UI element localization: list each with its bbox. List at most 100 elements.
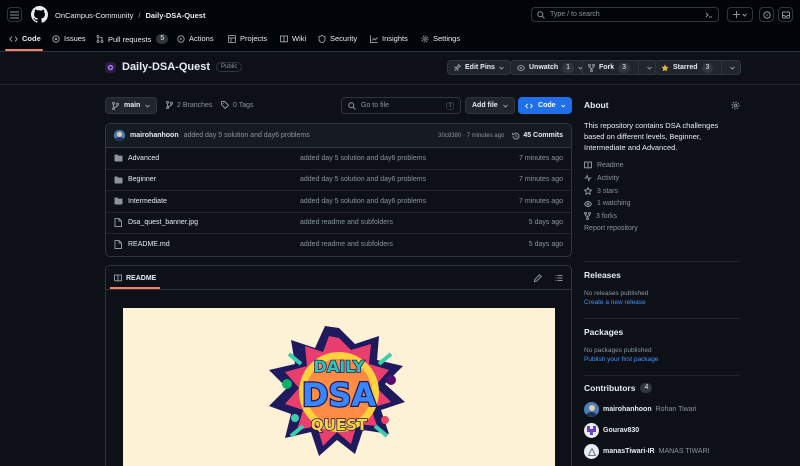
file-row[interactable]: Dsa_quest_banner.jpg added readme and sub…: [106, 213, 571, 234]
report-label: Report repository: [584, 225, 638, 232]
issues-button[interactable]: [759, 7, 774, 22]
code-button[interactable]: Code: [518, 97, 572, 114]
file-icon: [114, 218, 122, 228]
contributors-title[interactable]: Contributors: [584, 383, 635, 393]
activity-link[interactable]: Activity: [584, 174, 740, 182]
dsa-quest-logo: DAILY DSA QUEST: [269, 326, 405, 456]
file-name[interactable]: Dsa_quest_banner.jpg: [128, 219, 198, 226]
file-commit-message[interactable]: added readme and subfolders: [300, 219, 393, 226]
chevron-down-icon: [502, 104, 508, 108]
file-row[interactable]: Advanced added day 5 solution and day6 pr…: [106, 148, 571, 170]
file-row[interactable]: README.md added readme and subfolders 5 da…: [106, 234, 571, 256]
chevron-down-icon: [560, 104, 565, 108]
avatar[interactable]: [114, 130, 125, 141]
tab-label: Security: [330, 34, 358, 43]
releases-title[interactable]: Releases: [584, 270, 740, 280]
readme-link[interactable]: Readme: [584, 161, 740, 169]
edit-readme-button[interactable]: [534, 274, 542, 282]
forks-link[interactable]: 3 forks: [584, 212, 740, 220]
outline-button[interactable]: [555, 274, 563, 282]
add-file-button[interactable]: Add file: [465, 97, 515, 114]
file-name[interactable]: Intermediate: [128, 198, 167, 205]
tags-link[interactable]: 0 Tags: [221, 101, 254, 109]
gear-icon: [731, 101, 740, 109]
file-name[interactable]: Advanced: [128, 155, 159, 162]
file-commit-message[interactable]: added readme and subfolders: [300, 241, 393, 248]
about-settings-button[interactable]: [731, 101, 740, 110]
book-icon: [584, 161, 592, 169]
report-repository-link[interactable]: Report repository: [584, 225, 740, 232]
commit-count: 45 Commits: [523, 132, 563, 139]
table-icon: [228, 34, 236, 43]
contributor-item[interactable]: mairohanhoon Rohan Tiwari: [584, 402, 740, 417]
tab-actions[interactable]: Actions: [177, 34, 214, 43]
commit-message[interactable]: added day 5 solution and day6 problems: [184, 132, 310, 139]
breadcrumb: OnCampus-Community / Daily-DSA-Quest: [55, 11, 205, 20]
branches-link[interactable]: 2 Branches: [166, 101, 212, 109]
unwatch-button[interactable]: Unwatch 1: [510, 60, 591, 75]
folder-icon: [114, 197, 123, 205]
starred-button[interactable]: Starred 3: [655, 60, 742, 75]
tab-code[interactable]: Code: [9, 34, 41, 43]
file-commit-message[interactable]: added day 5 solution and day6 problems: [300, 176, 426, 183]
global-search-input[interactable]: Type / to search: [531, 7, 719, 22]
file-commit-message[interactable]: added day 5 solution and day6 problems: [300, 155, 426, 162]
packages-title[interactable]: Packages: [584, 327, 740, 337]
stars-link[interactable]: 3 stars: [584, 187, 740, 195]
tab-pull-requests[interactable]: Pull requests 5: [96, 34, 169, 44]
breadcrumb-repo[interactable]: Daily-DSA-Quest: [145, 11, 205, 20]
readme-header: README: [106, 266, 571, 290]
github-logo[interactable]: [31, 6, 48, 23]
tab-issues[interactable]: Issues: [52, 34, 86, 43]
inbox-button[interactable]: [778, 7, 793, 22]
repo-name[interactable]: Daily-DSA-Quest: [122, 61, 210, 73]
create-release-link[interactable]: Create a new release: [584, 299, 740, 306]
chevron-down-icon: [145, 104, 151, 108]
tab-insights[interactable]: Insights: [370, 34, 408, 43]
tab-wiki[interactable]: Wiki: [280, 34, 306, 43]
publish-package-link[interactable]: Publish your first package: [584, 356, 740, 363]
file-browser: mairohanhoon added day 5 solution and da…: [105, 123, 572, 257]
branch-selector[interactable]: main: [105, 97, 158, 114]
file-name[interactable]: README.md: [128, 241, 170, 248]
org-avatar[interactable]: [105, 61, 116, 73]
readme-tab[interactable]: README: [114, 274, 156, 282]
tab-projects[interactable]: Projects: [228, 34, 267, 43]
commit-meta[interactable]: 30c8380 · 7 minutes ago: [438, 133, 504, 139]
starred-label: Starred: [673, 64, 698, 71]
top-navigation-bar: OnCampus-Community / Daily-DSA-Quest Typ…: [0, 0, 800, 30]
contributor-item[interactable]: manasTiwari-IR MANAS TIWARI: [584, 444, 740, 459]
file-commit-message[interactable]: added day 5 solution and day6 problems: [300, 198, 426, 205]
avatar: [584, 444, 599, 459]
commits-link[interactable]: 45 Commits: [512, 132, 563, 140]
tab-label: Pull requests: [108, 34, 152, 44]
edit-pins-button[interactable]: Edit Pins: [447, 60, 511, 75]
go-to-file-input[interactable]: Go to file t: [341, 97, 461, 114]
go-to-file-placeholder: Go to file: [361, 102, 390, 109]
tab-security[interactable]: Security: [318, 34, 357, 43]
tab-label: Settings: [433, 34, 461, 43]
menu-button[interactable]: [7, 7, 22, 22]
repository-tabs: Code Issues Pull requests 5 Actions Proj…: [0, 30, 800, 52]
search-icon: [348, 101, 356, 110]
pull-request-icon: [96, 35, 104, 43]
active-tab-underline: [5, 49, 43, 51]
create-new-button[interactable]: [727, 7, 753, 22]
contributor-name: Rohan Tiwari: [655, 406, 697, 413]
fork-button[interactable]: Fork 3: [582, 60, 659, 75]
commit-author[interactable]: mairohanhoon: [130, 132, 179, 139]
command-palette-icon[interactable]: [705, 11, 713, 19]
contributor-item[interactable]: Gourav830: [584, 423, 740, 438]
file-row[interactable]: Intermediate added day 5 solution and day…: [106, 191, 571, 213]
tab-settings[interactable]: Settings: [421, 34, 460, 43]
pulse-icon: [584, 174, 592, 182]
packages-section: Packages No packages published Publish y…: [584, 327, 740, 363]
watching-link[interactable]: 1 watching: [584, 200, 740, 207]
file-name[interactable]: Beginner: [128, 176, 156, 183]
watch-count: 1: [562, 62, 575, 73]
file-row[interactable]: Beginner added day 5 solution and day6 pr…: [106, 170, 571, 191]
avatar: [584, 402, 599, 417]
pencil-icon: [534, 274, 542, 282]
breadcrumb-org[interactable]: OnCampus-Community: [55, 11, 133, 20]
logo-word-quest: QUEST: [311, 416, 368, 434]
